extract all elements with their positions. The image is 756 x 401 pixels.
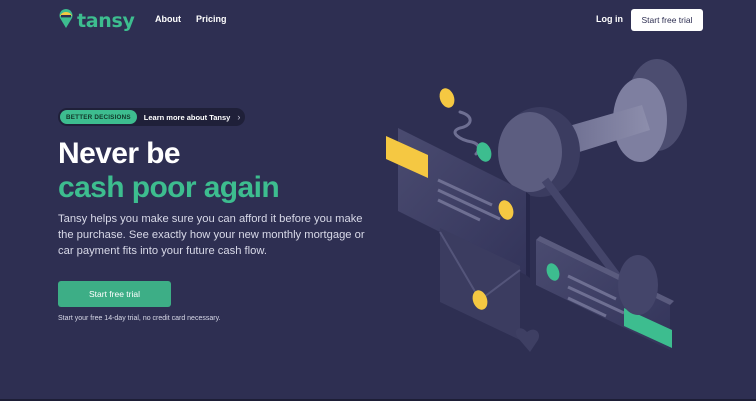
tansy-logo-icon bbox=[58, 8, 74, 34]
trial-note: Start your free 14-day trial, no credit … bbox=[58, 315, 221, 322]
logo-text: tansy bbox=[77, 10, 135, 32]
yellow-coin-icon bbox=[439, 88, 455, 108]
pill-link-text: Learn more about Tansy bbox=[143, 112, 231, 122]
hero-illustration bbox=[386, 59, 687, 352]
chevron-right-icon: › bbox=[237, 112, 241, 122]
hero-start-trial-button[interactable]: Start free trial bbox=[58, 281, 171, 307]
small-weight-shape bbox=[618, 255, 658, 315]
squiggle-icon bbox=[453, 110, 481, 156]
dumbbell-shape bbox=[498, 59, 687, 197]
logo[interactable]: tansy bbox=[58, 8, 135, 34]
heart-icon bbox=[515, 328, 540, 352]
nav-start-trial-button[interactable]: Start free trial bbox=[631, 9, 703, 31]
hero-title-line2: cash poor again bbox=[58, 171, 280, 204]
hero-title: Never be cash poor again bbox=[58, 137, 280, 205]
top-navigation: tansy About Pricing Log in Start free tr… bbox=[0, 0, 756, 40]
nav-link-about[interactable]: About bbox=[155, 14, 181, 24]
hero-title-line1: Never be bbox=[58, 137, 181, 170]
nav-link-pricing[interactable]: Pricing bbox=[196, 14, 227, 24]
pill-badge: BETTER DECISIONS bbox=[60, 110, 137, 124]
hero-description: Tansy helps you make sure you can afford… bbox=[58, 213, 365, 257]
announcement-pill[interactable]: BETTER DECISIONS Learn more about Tansy … bbox=[58, 108, 245, 126]
login-link[interactable]: Log in bbox=[596, 14, 623, 24]
